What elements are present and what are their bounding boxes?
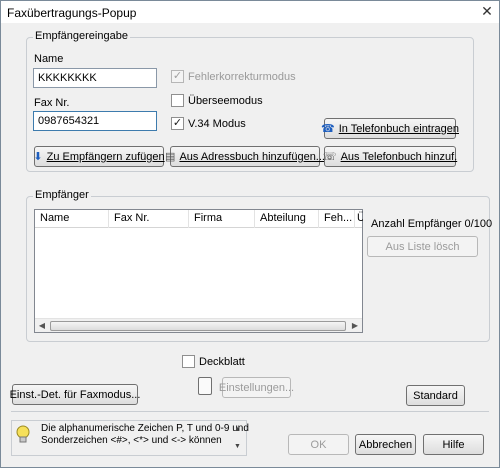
ok-button[interactable]: OK — [288, 434, 349, 455]
fax-mode-settings-label: Einst.-Det. für Faxmodus... — [9, 388, 141, 401]
v34-check-box[interactable]: ✓ — [171, 117, 184, 130]
register-phonebook-button[interactable]: ☎ In Telefonbuch eintragen — [321, 118, 459, 139]
column-header-name[interactable]: Name — [35, 210, 109, 228]
cover-settings-label: Einstellungen... — [218, 381, 295, 394]
scroll-right-icon[interactable]: ▶ — [348, 320, 362, 332]
ecm-label: Fehlerkorrekturmodus — [188, 70, 296, 83]
add-from-phonebook-button[interactable]: ☏ Aus Telefonbuch hinzuf. — [322, 146, 458, 167]
column-header-fax[interactable]: Fax Nr. — [109, 210, 189, 228]
add-recipient-label: Zu Empfängern zufügen — [46, 150, 165, 163]
ecm-checkbox[interactable]: ✓ Fehlerkorrekturmodus — [171, 70, 296, 83]
column-header-company[interactable]: Firma — [189, 210, 255, 228]
window-title: Faxübertragungs-Popup — [7, 6, 137, 20]
bottom-separator — [11, 411, 489, 412]
ecm-check-box[interactable]: ✓ — [171, 70, 184, 83]
v34-mode-checkbox[interactable]: ✓ V.34 Modus — [171, 117, 246, 130]
phonebook-add-icon: ☎ — [321, 122, 335, 135]
cover-page-icon — [198, 377, 212, 395]
column-header-department[interactable]: Abteilung — [255, 210, 319, 228]
hint-scroll[interactable]: ▲ ▼ — [234, 421, 241, 455]
standard-label: Standard — [413, 389, 458, 402]
arrow-down-icon: ⬇ — [33, 150, 43, 163]
recipient-input-group-label: Empfängereingabe — [33, 30, 130, 42]
name-field[interactable] — [33, 68, 157, 88]
cancel-button[interactable]: Abbrechen — [355, 434, 416, 455]
addressbook-icon: ▤ — [165, 150, 176, 163]
name-label: Name — [34, 53, 64, 65]
overseas-mode-label: Überseemodus — [188, 94, 263, 107]
add-from-phonebook-label: Aus Telefonbuch hinzuf. — [340, 150, 458, 163]
add-from-addressbook-button[interactable]: ▤ Aus Adressbuch hinzufügen... — [165, 146, 325, 167]
add-from-addressbook-label: Aus Adressbuch hinzufügen... — [179, 150, 325, 163]
fax-popup-window: Faxübertragungs-Popup ✕ Empfängereingabe… — [0, 0, 500, 468]
phonebook-icon: ☏ — [322, 150, 337, 163]
hint-line-2: Sonderzeichen <#>, <*> und <-> können — [41, 435, 222, 446]
column-header-overseas[interactable]: Ü — [355, 210, 363, 228]
help-label: Hilfe — [442, 438, 465, 451]
column-header-error[interactable]: Feh... — [319, 210, 355, 228]
recipient-list[interactable]: Name Fax Nr. Firma Abteilung Feh... Ü ◀ … — [34, 209, 363, 333]
delete-from-list-label: Aus Liste lösch — [385, 240, 460, 253]
add-recipient-button[interactable]: ⬇ Zu Empfängern zufügen — [33, 146, 165, 167]
cancel-label: Abbrechen — [358, 438, 413, 451]
hint-line-1: Die alphanumerische Zeichen P, T und 0-9… — [41, 423, 249, 434]
delete-from-list-button[interactable]: Aus Liste lösch — [367, 236, 478, 257]
hint-scroll-up-icon[interactable]: ▲ — [234, 421, 241, 438]
fax-mode-settings-button[interactable]: Einst.-Det. für Faxmodus... — [9, 384, 141, 405]
cover-settings-button[interactable]: Einstellungen... — [218, 377, 295, 398]
standard-button[interactable]: Standard — [406, 385, 465, 406]
v34-mode-label: V.34 Modus — [188, 117, 246, 130]
cover-sheet-label: Deckblatt — [199, 355, 245, 368]
scroll-thumb[interactable] — [50, 321, 346, 331]
recipients-group-label: Empfänger — [33, 189, 91, 201]
title-bar: Faxübertragungs-Popup ✕ — [1, 1, 499, 23]
hint-scroll-down-icon[interactable]: ▼ — [234, 438, 241, 455]
ok-label: OK — [310, 438, 327, 451]
help-button[interactable]: Hilfe — [423, 434, 484, 455]
horizontal-scrollbar[interactable]: ◀ ▶ — [35, 318, 362, 332]
overseas-check-box[interactable] — [171, 94, 184, 107]
overseas-mode-checkbox[interactable]: Überseemodus — [171, 94, 263, 107]
cover-sheet-check-box[interactable] — [182, 355, 195, 368]
register-phonebook-label: In Telefonbuch eintragen — [338, 122, 459, 135]
recipient-count: Anzahl Empfänger 0/100 — [371, 218, 493, 230]
close-icon[interactable]: ✕ — [480, 4, 494, 19]
fax-number-field[interactable] — [33, 111, 157, 131]
recipient-list-header: Name Fax Nr. Firma Abteilung Feh... Ü — [35, 210, 363, 228]
lightbulb-icon — [16, 425, 30, 443]
fax-number-label: Fax Nr. — [34, 97, 70, 109]
scroll-left-icon[interactable]: ◀ — [35, 320, 49, 332]
cover-sheet-checkbox[interactable]: Deckblatt — [182, 355, 245, 368]
hint-text: Die alphanumerische Zeichen P, T und 0-9… — [41, 423, 249, 447]
